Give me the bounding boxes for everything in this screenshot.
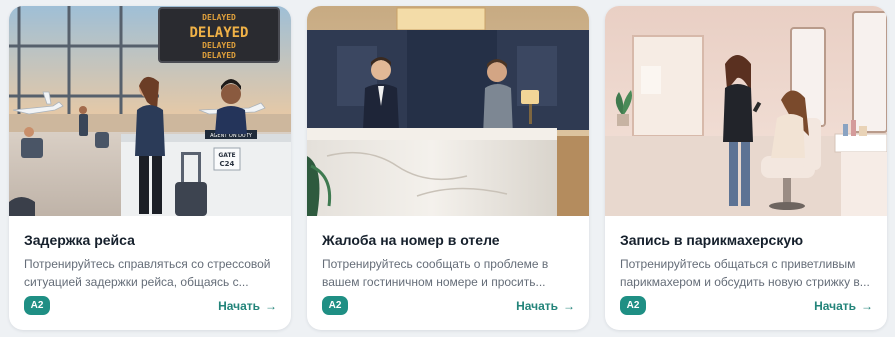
arrow-right-icon: →: [563, 299, 575, 313]
lesson-description: Потренируйтесь справляться со стрессовой…: [24, 257, 271, 289]
board-line-3: DELAYED: [202, 41, 236, 50]
hairdresser-illustration: [605, 6, 887, 216]
level-badge: A2: [620, 296, 646, 315]
hair-salon-scene-image: [605, 6, 887, 216]
airport-scene-image: DELAYED DELAYED DELAYED DELAYED AGENT ON: [9, 6, 291, 216]
start-lesson-button[interactable]: Начать →: [218, 299, 277, 313]
start-lesson-button[interactable]: Начать →: [516, 299, 575, 313]
lesson-card-hairdresser[interactable]: Запись в парикмахерскую Потренируйтесь о…: [605, 6, 887, 330]
hotel-complaint-illustration: [307, 6, 589, 216]
level-badge: A2: [24, 296, 50, 315]
start-label: Начать: [814, 299, 856, 313]
start-label: Начать: [218, 299, 260, 313]
start-lesson-button[interactable]: Начать →: [814, 299, 873, 313]
board-line-4: DELAYED: [202, 51, 236, 60]
hotel-reception-scene-image: [307, 6, 589, 216]
lesson-description: Потренируйтесь сообщать о проблеме в ваш…: [322, 257, 549, 289]
arrow-right-icon: →: [265, 299, 277, 313]
level-badge: A2: [322, 296, 348, 315]
lesson-title: Жалоба на номер в отеле: [322, 232, 500, 248]
gate-sign-label: GATE: [218, 152, 235, 159]
lesson-description: Потренируйтесь общаться с приветливым па…: [620, 257, 870, 289]
board-line-2: DELAYED: [189, 25, 248, 41]
lesson-title: Задержка рейса: [24, 232, 135, 248]
flight-delay-illustration: DELAYED DELAYED DELAYED DELAYED AGENT ON: [9, 6, 291, 216]
arrow-right-icon: →: [861, 299, 873, 313]
board-line-1: DELAYED: [202, 13, 236, 22]
lesson-card-flight-delay[interactable]: DELAYED DELAYED DELAYED DELAYED AGENT ON: [9, 6, 291, 330]
gate-sign-number: C24: [220, 160, 235, 168]
lesson-card-hotel-complaint[interactable]: Жалоба на номер в отеле Потренируйтесь с…: [307, 6, 589, 330]
start-label: Начать: [516, 299, 558, 313]
lesson-card-grid: DELAYED DELAYED DELAYED DELAYED AGENT ON: [9, 6, 889, 330]
lesson-title: Запись в парикмахерскую: [620, 232, 804, 248]
